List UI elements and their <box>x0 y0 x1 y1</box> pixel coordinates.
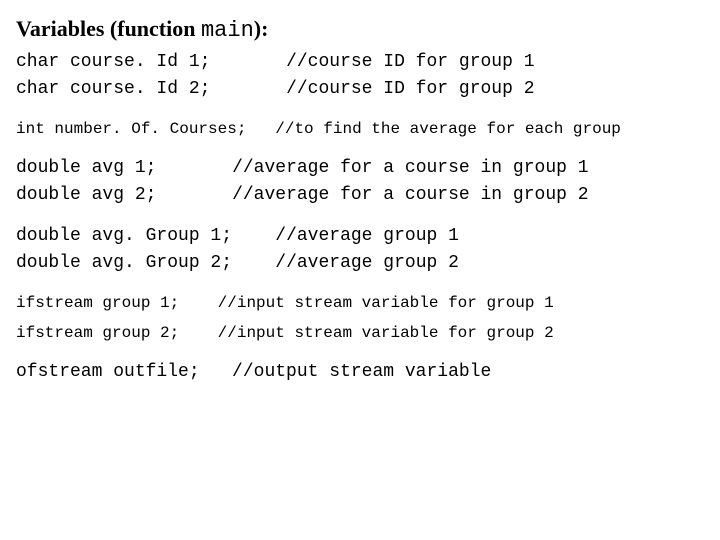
declaration: ifstream group 2; <box>16 321 179 345</box>
pad <box>232 250 275 277</box>
pad <box>179 291 217 315</box>
comment: //average group 2 <box>275 250 459 277</box>
declaration: char course. Id 1; <box>16 49 210 76</box>
comment: //course ID for group 1 <box>286 49 534 76</box>
declaration: char course. Id 2; <box>16 76 210 103</box>
declaration: double avg. Group 1; <box>16 223 232 250</box>
pad <box>156 155 232 182</box>
code-line: ifstream group 1; //input stream variabl… <box>16 291 704 315</box>
declaration: int number. Of. Courses; <box>16 117 246 141</box>
code-line: double avg 1; //average for a course in … <box>16 155 704 182</box>
comment: //input stream variable for group 1 <box>218 291 554 315</box>
code-line: double avg. Group 2; //average group 2 <box>16 250 704 277</box>
declaration: double avg 2; <box>16 182 156 209</box>
pad <box>232 223 275 250</box>
code-line: double avg. Group 1; //average group 1 <box>16 223 704 250</box>
declaration: ifstream group 1; <box>16 291 179 315</box>
pad <box>210 76 286 103</box>
heading-suffix: ): <box>254 16 269 41</box>
declaration: double avg 1; <box>16 155 156 182</box>
pad <box>246 117 275 141</box>
comment: //average for a course in group 1 <box>232 155 588 182</box>
comment: //average group 1 <box>275 223 459 250</box>
comment: //to find the average for each group <box>275 117 621 141</box>
code-line: ifstream group 2; //input stream variabl… <box>16 321 704 345</box>
declaration: double avg. Group 2; <box>16 250 232 277</box>
comment: //input stream variable for group 2 <box>218 321 554 345</box>
code-line: char course. Id 2; //course ID for group… <box>16 76 704 103</box>
declaration: ofstream outfile; <box>16 359 200 386</box>
section-heading: Variables (function main): <box>16 12 704 47</box>
heading-func: main <box>201 18 254 43</box>
pad <box>156 182 232 209</box>
pad <box>200 359 232 386</box>
comment: //output stream variable <box>232 359 491 386</box>
code-line: int number. Of. Courses; //to find the a… <box>16 117 704 141</box>
pad <box>210 49 286 76</box>
heading-prefix: Variables (function <box>16 16 201 41</box>
comment: //course ID for group 2 <box>286 76 534 103</box>
code-line: ofstream outfile; //output stream variab… <box>16 359 704 386</box>
code-line: char course. Id 1; //course ID for group… <box>16 49 704 76</box>
pad <box>179 321 217 345</box>
code-line: double avg 2; //average for a course in … <box>16 182 704 209</box>
comment: //average for a course in group 2 <box>232 182 588 209</box>
